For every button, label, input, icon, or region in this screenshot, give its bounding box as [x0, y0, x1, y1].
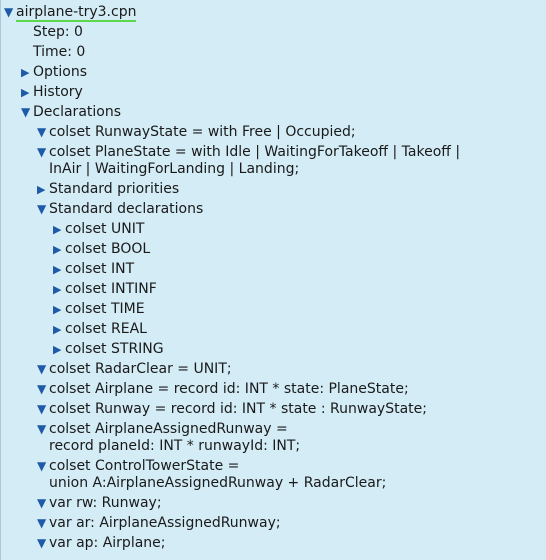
time-label: Time: 0	[33, 44, 86, 60]
decl-text: colset ControlTowerState =	[49, 458, 240, 474]
std-colset-real[interactable]: ▶ colset REAL	[53, 319, 147, 340]
std-colset-bool[interactable]: ▶ colset BOOL	[53, 239, 150, 260]
tree-node-declarations[interactable]: ▼ Declarations	[21, 102, 121, 122]
tree-node-history[interactable]: ▶ History	[21, 82, 83, 103]
decl-text: colset BOOL	[65, 241, 151, 257]
std-colset-unit[interactable]: ▶ colset UNIT	[53, 219, 144, 240]
decl-control-tower-state-cont: union A:AirplaneAssignedRunway + RadarCl…	[49, 475, 387, 491]
tree-node-options[interactable]: ▶ Options	[21, 62, 87, 83]
collapsed-triangle-icon[interactable]: ▶	[53, 220, 65, 240]
std-colset-time[interactable]: ▶ colset TIME	[53, 299, 145, 320]
collapsed-triangle-icon[interactable]: ▶	[53, 260, 65, 280]
decl-text: colset Airplane = record id: INT * state…	[49, 381, 409, 397]
decl-text: colset AirplaneAssignedRunway =	[49, 421, 288, 437]
decl-text: colset RunwayState = with Free | Occupie…	[49, 124, 356, 140]
expanded-triangle-icon[interactable]: ▼	[37, 122, 49, 142]
tree-node-label: Standard priorities	[49, 181, 180, 197]
tree-node-root[interactable]: ▼ airplane-try3.cpn	[4, 2, 137, 22]
collapsed-triangle-icon[interactable]: ▶	[53, 240, 65, 260]
tree-node-label: History	[33, 84, 83, 100]
collapsed-triangle-icon[interactable]: ▶	[53, 320, 65, 340]
std-colset-string[interactable]: ▶ colset STRING	[53, 339, 164, 360]
decl-radar-clear[interactable]: ▼ colset RadarClear = UNIT;	[37, 359, 232, 379]
decl-plane-state-cont: InAir | WaitingForLanding | Landing;	[49, 161, 300, 177]
tree-node-label: Options	[33, 64, 88, 80]
expanded-triangle-icon[interactable]: ▼	[37, 513, 49, 533]
decl-text: colset UNIT	[65, 221, 145, 237]
decl-airplane-assigned-runway-cont: record planeId: INT * runwayId: INT;	[49, 438, 301, 454]
decl-text: colset STRING	[65, 341, 164, 357]
decl-var-rw[interactable]: ▼ var rw: Runway;	[37, 493, 162, 513]
expanded-triangle-icon[interactable]: ▼	[37, 199, 49, 219]
tree-node-label: Standard declarations	[49, 201, 204, 217]
expanded-triangle-icon[interactable]: ▼	[21, 102, 33, 122]
expanded-triangle-icon[interactable]: ▼	[4, 2, 16, 22]
decl-text: var ar: AirplaneAssignedRunway;	[49, 515, 281, 531]
collapsed-triangle-icon[interactable]: ▶	[21, 83, 33, 103]
decl-text: colset INTINF	[65, 281, 157, 297]
net-file-name[interactable]: airplane-try3.cpn	[16, 4, 137, 22]
expanded-triangle-icon[interactable]: ▼	[37, 379, 49, 399]
collapsed-triangle-icon[interactable]: ▶	[37, 180, 49, 200]
decl-text: colset REAL	[65, 321, 147, 337]
tree-node-std-priorities[interactable]: ▶ Standard priorities	[37, 179, 179, 200]
expanded-triangle-icon[interactable]: ▼	[37, 359, 49, 379]
decl-runway-state[interactable]: ▼ colset RunwayState = with Free | Occupi…	[37, 122, 356, 142]
collapsed-triangle-icon[interactable]: ▶	[53, 280, 65, 300]
expanded-triangle-icon[interactable]: ▼	[37, 399, 49, 419]
expanded-triangle-icon[interactable]: ▼	[37, 533, 49, 553]
decl-text: colset RadarClear = UNIT;	[49, 361, 232, 377]
std-colset-intinf[interactable]: ▶ colset INTINF	[53, 279, 157, 300]
step-label: Step: 0	[33, 24, 83, 40]
decl-text: colset TIME	[65, 301, 145, 317]
expanded-triangle-icon[interactable]: ▼	[37, 493, 49, 513]
decl-text: var ap: Airplane;	[49, 535, 166, 551]
tree-node-std-declarations[interactable]: ▼ Standard declarations	[37, 199, 203, 219]
collapsed-triangle-icon[interactable]: ▶	[21, 63, 33, 83]
collapsed-triangle-icon[interactable]: ▶	[53, 300, 65, 320]
decl-var-ar[interactable]: ▼ var ar: AirplaneAssignedRunway;	[37, 513, 281, 533]
decl-text: colset INT	[65, 261, 135, 277]
decl-text: colset Runway = record id: INT * state :…	[49, 401, 427, 417]
declaration-tree: ▼ airplane-try3.cpn Step: 0 Time: 0 ▶ Opti…	[0, 0, 546, 560]
decl-var-ap[interactable]: ▼ var ap: Airplane;	[37, 533, 165, 553]
std-colset-int[interactable]: ▶ colset INT	[53, 259, 134, 280]
tree-node-label: Declarations	[33, 104, 122, 120]
decl-airplane[interactable]: ▼ colset Airplane = record id: INT * stat…	[37, 379, 409, 399]
decl-text: var rw: Runway;	[49, 495, 162, 511]
decl-runway[interactable]: ▼ colset Runway = record id: INT * state …	[37, 399, 427, 419]
decl-text: colset PlaneState = with Idle | WaitingF…	[49, 144, 461, 160]
collapsed-triangle-icon[interactable]: ▶	[53, 340, 65, 360]
